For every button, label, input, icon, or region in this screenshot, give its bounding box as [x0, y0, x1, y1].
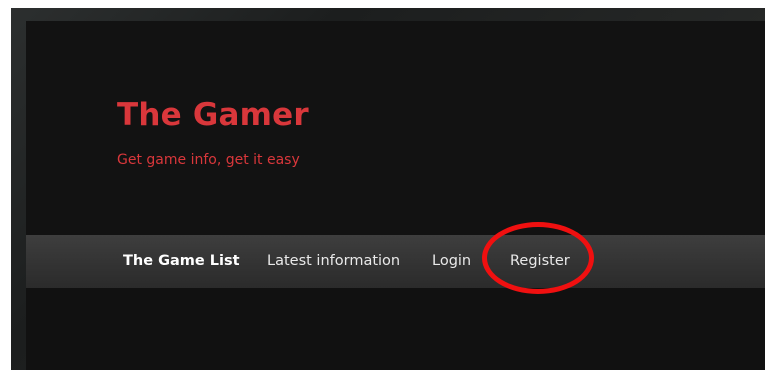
main-navbar: The Game List Latest information Login R…	[26, 235, 765, 288]
site-tagline: Get game info, get it easy	[117, 152, 300, 168]
nav-item-latest-information[interactable]: Latest information	[267, 235, 400, 288]
page-content-area	[26, 288, 765, 370]
website-page: The Gamer Get game info, get it easy The…	[26, 21, 765, 370]
screenshot-frame: The Gamer Get game info, get it easy The…	[0, 0, 765, 370]
nav-item-register[interactable]: Register	[510, 235, 570, 288]
site-title[interactable]: The Gamer	[117, 97, 309, 133]
nav-item-login[interactable]: Login	[432, 235, 471, 288]
site-header: The Gamer Get game info, get it easy	[26, 21, 765, 235]
nav-item-game-list[interactable]: The Game List	[123, 235, 240, 288]
